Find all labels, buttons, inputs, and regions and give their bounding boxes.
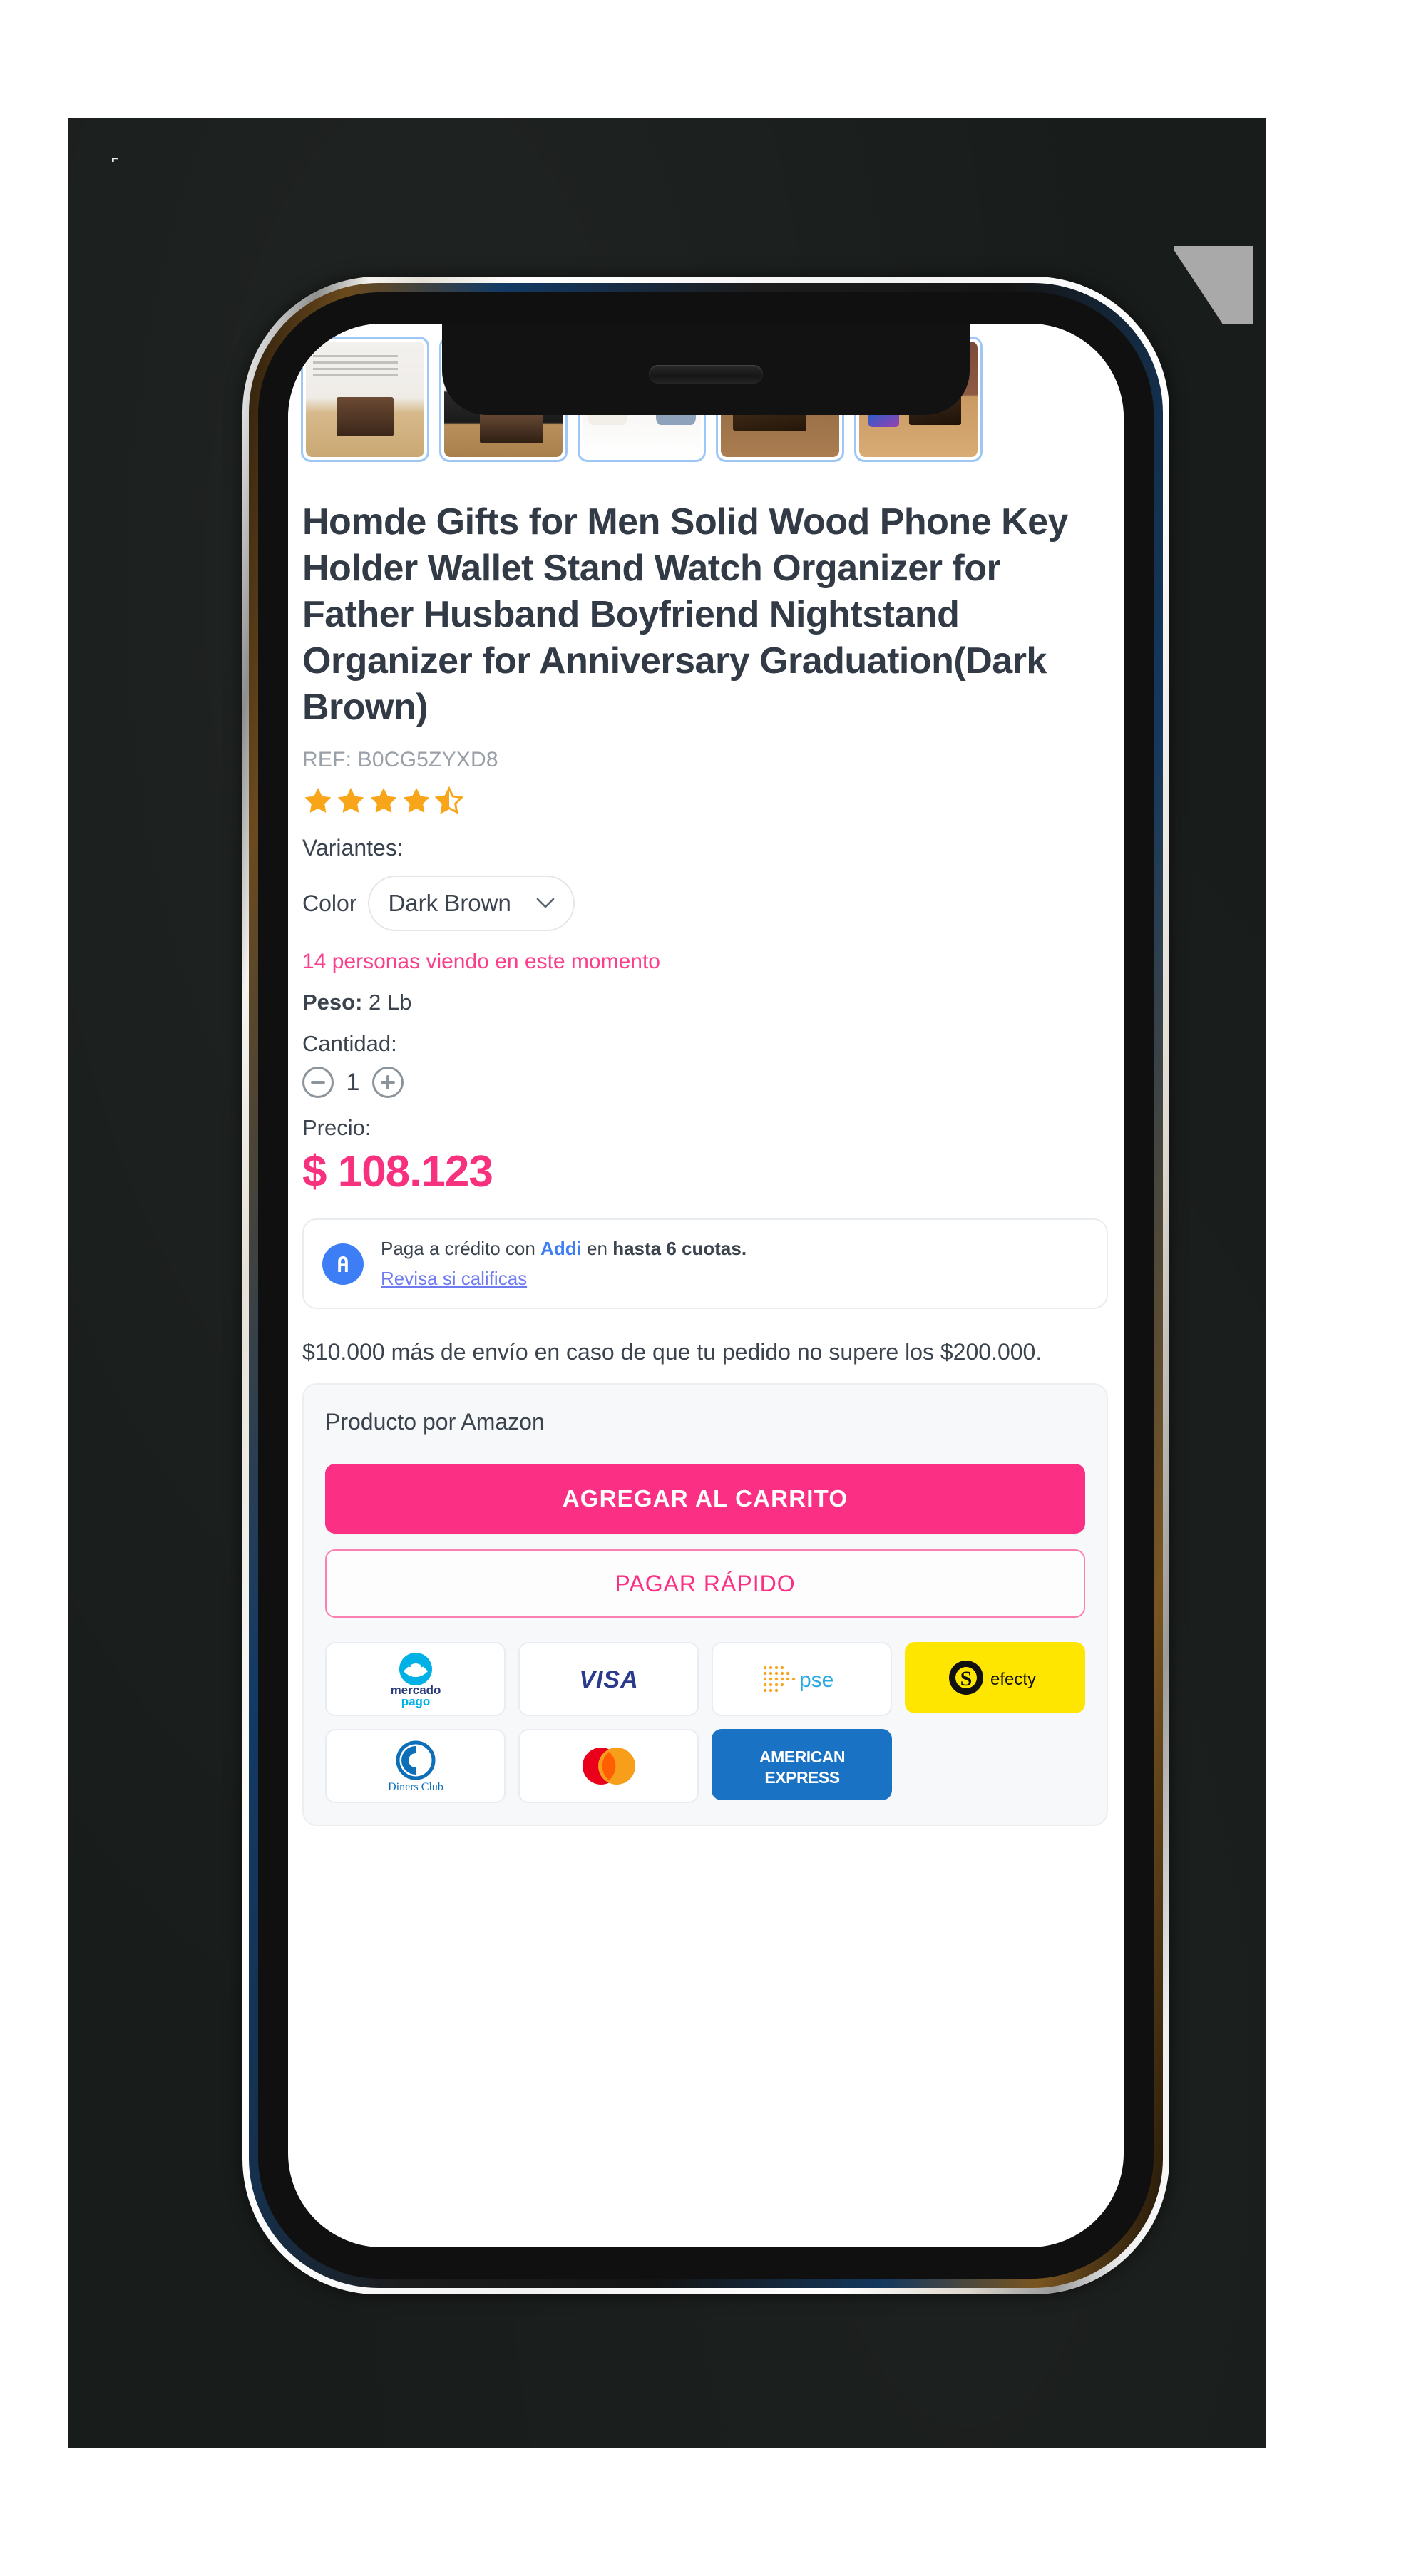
color-label: Color <box>302 890 357 916</box>
addi-texts: Paga a crédito con Addi en hasta 6 cuota… <box>381 1236 747 1292</box>
payment-diners-club[interactable]: Diners Club <box>325 1729 506 1804</box>
addi-check-eligibility-link[interactable]: Revisa si calificas <box>381 1266 527 1293</box>
corner-artifact <box>1174 246 1253 324</box>
svg-text:VISA: VISA <box>579 1666 638 1693</box>
star-icon <box>335 785 368 816</box>
addi-installments: hasta 6 cuotas. <box>612 1238 747 1259</box>
svg-text:AMERICAN: AMERICAN <box>759 1748 845 1766</box>
svg-text:pse: pse <box>799 1668 833 1692</box>
rating-stars <box>302 785 1108 816</box>
live-viewers-text: 14 personas viendo en este momento <box>302 950 660 973</box>
purchase-panel: Producto por Amazon AGREGAR AL CARRITO P… <box>302 1383 1108 1827</box>
variants-heading: Variantes: <box>302 835 404 861</box>
addi-credit-banner[interactable]: Paga a crédito con Addi en hasta 6 cuota… <box>302 1218 1108 1310</box>
quantity-stepper[interactable]: 1 <box>302 1067 1108 1098</box>
payment-visa[interactable]: VISA <box>518 1642 699 1717</box>
weight-value: 2 Lb <box>369 990 412 1015</box>
payment-empty-slot <box>905 1729 1085 1800</box>
weight-row: Peso: 2 Lb <box>302 990 1108 1015</box>
thumbnail-image <box>306 342 424 457</box>
addi-text-middle: en <box>581 1238 613 1259</box>
star-half-icon <box>434 785 466 816</box>
quantity-label: Cantidad: <box>302 1031 397 1056</box>
minus-circle-icon[interactable] <box>302 1067 334 1098</box>
chevron-down-icon <box>536 898 555 909</box>
shipping-note: $10.000 más de envío en caso de que tu p… <box>302 1339 1042 1365</box>
svg-text:efecty: efecty <box>990 1670 1035 1689</box>
add-to-cart-button[interactable]: AGREGAR AL CARRITO <box>325 1464 1085 1534</box>
product-info: Homde Gifts for Men Solid Wood Phone Key… <box>288 499 1124 1827</box>
plus-bar-v <box>386 1075 389 1089</box>
svg-text:Diners Club: Diners Club <box>388 1781 443 1793</box>
payment-american-express[interactable]: AMERICAN EXPRESS <box>712 1729 892 1801</box>
svg-text:pago: pago <box>401 1695 430 1708</box>
fast-checkout-button[interactable]: PAGAR RÁPIDO <box>325 1549 1085 1618</box>
color-selected-value: Dark Brown <box>388 890 511 916</box>
price-label: Precio: <box>302 1115 371 1140</box>
payment-efecty[interactable]: S efecty <box>905 1642 1085 1714</box>
plus-circle-icon[interactable] <box>372 1067 404 1098</box>
seller-label: Producto por Amazon <box>325 1409 545 1435</box>
phone-bezel: Homde Gifts for Men Solid Wood Phone Key… <box>258 292 1154 2279</box>
backdrop-speck <box>112 158 118 162</box>
phone-screen: Homde Gifts for Men Solid Wood Phone Key… <box>288 324 1124 2247</box>
phone-notch <box>442 324 970 415</box>
payment-mastercard[interactable] <box>518 1729 699 1804</box>
addi-brand: Addi <box>540 1238 582 1259</box>
color-variant-row: Color Dark Brown <box>302 876 1108 931</box>
phone-mockup: Homde Gifts for Men Solid Wood Phone Key… <box>242 277 1169 2294</box>
product-reference: REF: B0CG5ZYXD8 <box>302 748 498 771</box>
earpiece-speaker <box>649 365 763 384</box>
weight-label: Peso: <box>302 990 363 1015</box>
star-icon <box>401 785 434 816</box>
star-icon <box>368 785 401 816</box>
payment-methods-grid: mercado pago VISA pse S efecty Diners Cl… <box>325 1642 1085 1804</box>
minus-bar <box>311 1081 325 1084</box>
payment-pse[interactable]: pse <box>712 1642 892 1717</box>
page-scroll-area[interactable]: Homde Gifts for Men Solid Wood Phone Key… <box>288 324 1124 2247</box>
addi-message: Paga a crédito con Addi en hasta 6 cuota… <box>381 1236 747 1263</box>
price-value: $ 108.123 <box>302 1147 493 1196</box>
svg-text:EXPRESS: EXPRESS <box>764 1768 839 1787</box>
star-icon <box>302 785 335 816</box>
product-detail-page: Homde Gifts for Men Solid Wood Phone Key… <box>288 324 1124 1827</box>
product-title: Homde Gifts for Men Solid Wood Phone Key… <box>302 501 1068 728</box>
addi-logo-icon <box>322 1243 364 1285</box>
payment-mercado-pago[interactable]: mercado pago <box>325 1642 506 1717</box>
color-select[interactable]: Dark Brown <box>368 876 575 931</box>
thumbnail-1[interactable] <box>301 337 429 462</box>
quantity-value: 1 <box>346 1068 360 1096</box>
addi-text-before: Paga a crédito con <box>381 1238 541 1259</box>
svg-text:S: S <box>960 1667 972 1690</box>
